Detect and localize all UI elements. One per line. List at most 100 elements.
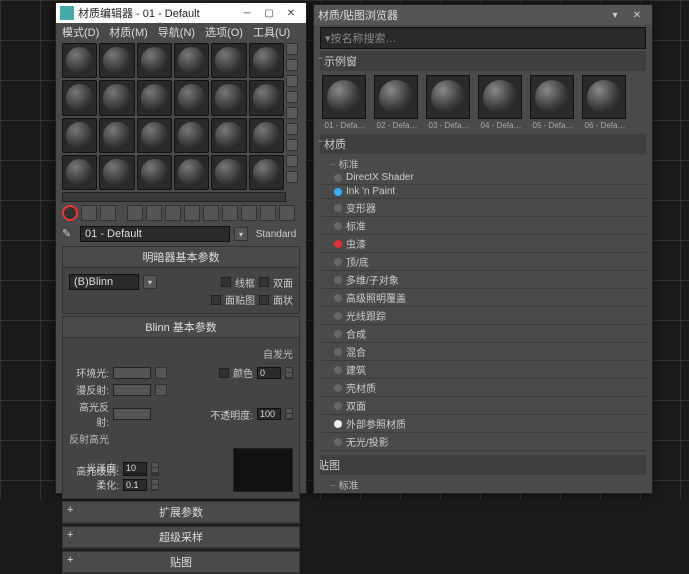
dropdown-icon[interactable]: ▾ — [143, 275, 157, 289]
diffuse-map-icon[interactable] — [155, 384, 167, 396]
spinner-buttons[interactable] — [151, 479, 159, 491]
sample-slot[interactable]: 03 - Defa… — [426, 75, 472, 130]
menu-mode[interactable]: 模式(D) — [62, 24, 99, 40]
material-slot[interactable] — [99, 155, 134, 190]
sample-slot[interactable]: 04 - Defa… — [478, 75, 524, 130]
material-slot[interactable] — [99, 118, 134, 153]
material-item[interactable]: 双面 — [320, 397, 646, 415]
menu-tools[interactable]: 工具(U) — [253, 24, 290, 40]
material-slot[interactable] — [249, 155, 284, 190]
material-item[interactable]: DirectX Shader — [320, 171, 646, 185]
sample-section-header[interactable]: 示例窗 — [320, 51, 646, 71]
material-item[interactable]: 虫漆 — [320, 235, 646, 253]
material-item[interactable]: Ink 'n Paint — [320, 185, 646, 199]
sample-type-icon[interactable] — [286, 43, 298, 55]
material-item[interactable]: 合成 — [320, 325, 646, 343]
material-item[interactable]: 多维/子对象 — [320, 271, 646, 289]
rollout-header[interactable]: 贴图 — [63, 552, 299, 573]
standard-subheader[interactable]: 标准 — [320, 156, 646, 171]
mat-id-icon[interactable] — [203, 205, 219, 221]
go-parent-icon[interactable] — [260, 205, 276, 221]
mat-map-nav-icon[interactable] — [286, 171, 298, 183]
material-item[interactable]: 顶/底 — [320, 253, 646, 271]
material-slot[interactable] — [211, 43, 246, 78]
soften-spinner[interactable]: 0.1 — [123, 479, 147, 491]
rollout-header[interactable]: 明暗器基本参数 — [63, 247, 299, 268]
maps-section-header[interactable]: 贴图 — [320, 455, 646, 475]
put-to-lib-icon[interactable] — [184, 205, 200, 221]
shader-dropdown[interactable]: (B)Blinn — [69, 274, 139, 290]
spinner-buttons[interactable] — [285, 367, 293, 379]
preview-icon[interactable] — [286, 123, 298, 135]
close-button[interactable]: ✕ — [280, 5, 302, 21]
material-slot[interactable] — [249, 118, 284, 153]
options-icon[interactable]: ▾ — [604, 7, 626, 23]
make-unique-icon[interactable] — [165, 205, 181, 221]
material-slot[interactable] — [137, 118, 172, 153]
wire-checkbox[interactable] — [221, 277, 231, 287]
name-dropdown-icon[interactable]: ▾ — [234, 227, 248, 241]
material-item[interactable]: 混合 — [320, 343, 646, 361]
material-item[interactable]: 无光/投影 — [320, 433, 646, 451]
menu-navigate[interactable]: 导航(N) — [158, 24, 195, 40]
lock-icon[interactable] — [155, 367, 167, 379]
faceted-checkbox[interactable] — [259, 295, 269, 305]
sample-slot[interactable]: 05 - Defa… — [530, 75, 576, 130]
minimize-button[interactable]: ─ — [236, 5, 258, 21]
titlebar[interactable]: 材质/贴图浏览器 ▾ ✕ — [314, 5, 652, 25]
material-item[interactable]: 变形器 — [320, 199, 646, 217]
material-slot[interactable] — [249, 43, 284, 78]
material-slot[interactable] — [174, 43, 209, 78]
specular-swatch[interactable] — [113, 408, 151, 420]
copy-icon[interactable] — [146, 205, 162, 221]
material-slot[interactable] — [211, 155, 246, 190]
material-slot[interactable] — [137, 43, 172, 78]
self-illum-checkbox[interactable] — [219, 368, 229, 378]
get-material-button[interactable] — [62, 205, 78, 221]
standard-subheader[interactable]: 标准 — [320, 477, 646, 492]
scrollbar-horizontal[interactable] — [62, 192, 286, 202]
material-slot[interactable] — [99, 80, 134, 115]
titlebar[interactable]: 材质编辑器 - 01 - Default ─ ▢ ✕ — [56, 3, 306, 23]
maximize-button[interactable]: ▢ — [258, 5, 280, 21]
assign-icon[interactable] — [100, 205, 116, 221]
close-button[interactable]: ✕ — [626, 7, 648, 23]
material-section-header[interactable]: 材质 — [320, 134, 646, 154]
options-icon[interactable] — [286, 139, 298, 151]
video-check-icon[interactable] — [286, 107, 298, 119]
put-to-scene-icon[interactable] — [81, 205, 97, 221]
sample-uv-icon[interactable] — [286, 91, 298, 103]
material-slot[interactable] — [249, 80, 284, 115]
material-slot[interactable] — [62, 155, 97, 190]
menu-options[interactable]: 选项(O) — [205, 24, 243, 40]
menu-material[interactable]: 材质(M) — [109, 24, 148, 40]
map-item[interactable]: combustion — [320, 492, 646, 493]
material-slot[interactable] — [211, 80, 246, 115]
rollout-header[interactable]: 扩展参数 — [63, 502, 299, 523]
material-item[interactable]: 光线跟踪 — [320, 307, 646, 325]
material-slot[interactable] — [174, 118, 209, 153]
diffuse-swatch[interactable] — [113, 384, 151, 396]
rollout-header[interactable]: 超级采样 — [63, 527, 299, 548]
material-slot[interactable] — [174, 155, 209, 190]
reset-icon[interactable] — [127, 205, 143, 221]
sample-slot[interactable]: 06 - Defa… — [582, 75, 628, 130]
material-item[interactable]: 高级照明覆盖 — [320, 289, 646, 307]
show-end-icon[interactable] — [241, 205, 257, 221]
material-slot[interactable] — [62, 118, 97, 153]
ambient-swatch[interactable] — [113, 367, 151, 379]
show-in-vp-icon[interactable] — [222, 205, 238, 221]
spinner-buttons[interactable] — [151, 462, 159, 474]
material-item[interactable]: 壳材质 — [320, 379, 646, 397]
select-by-mat-icon[interactable] — [286, 155, 298, 167]
backlight-icon[interactable] — [286, 59, 298, 71]
material-slot[interactable] — [137, 80, 172, 115]
material-slot[interactable] — [174, 80, 209, 115]
sample-slot[interactable]: 01 - Defa… — [322, 75, 368, 130]
eyedropper-icon[interactable]: ✎ — [62, 227, 76, 241]
material-item[interactable]: 建筑 — [320, 361, 646, 379]
spinner-buttons[interactable] — [285, 408, 293, 420]
gloss-spinner[interactable]: 10 — [123, 462, 147, 474]
sample-slot[interactable]: 02 - Defa… — [374, 75, 420, 130]
material-slot[interactable] — [211, 118, 246, 153]
